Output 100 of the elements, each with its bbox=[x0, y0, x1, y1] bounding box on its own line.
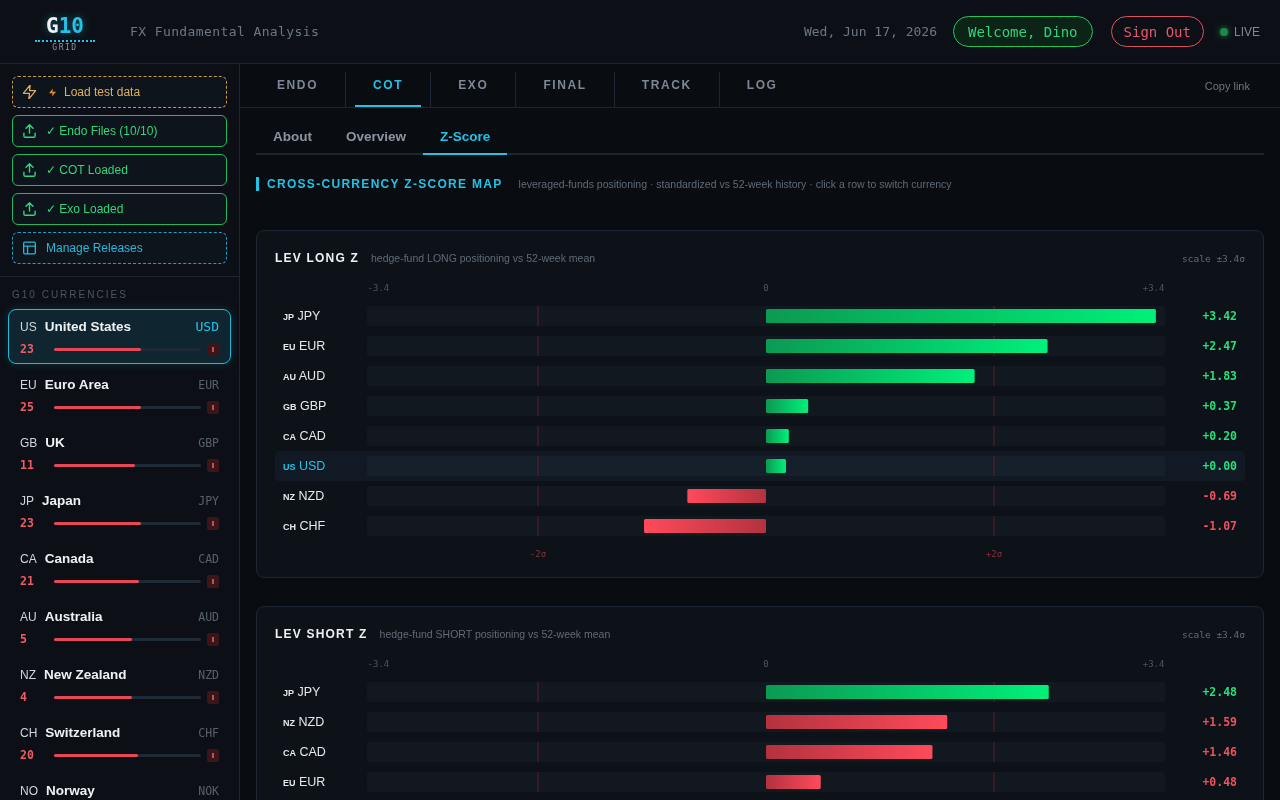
chart-row[interactable]: AU AUD +1.83 bbox=[275, 361, 1245, 391]
country-name: New Zealand bbox=[44, 667, 127, 682]
value-label: +2.48 bbox=[1202, 685, 1237, 699]
z-score-bar bbox=[766, 399, 809, 413]
main-tab[interactable]: LOG bbox=[728, 64, 796, 107]
main-tab[interactable]: ENDO bbox=[259, 64, 337, 107]
sigma-line bbox=[537, 741, 539, 763]
chart-row[interactable]: CA CAD +1.46 bbox=[275, 737, 1245, 767]
sigma-line bbox=[537, 515, 539, 537]
sub-tab[interactable]: Overview bbox=[329, 121, 424, 155]
currency-item[interactable]: EU Euro Area EUR 25 bbox=[8, 367, 231, 422]
currency-code: AUD bbox=[198, 610, 219, 624]
axis-tick-label: -3.4 bbox=[367, 659, 390, 669]
row-label: JP JPY bbox=[283, 685, 321, 699]
section-title: CROSS-CURRENCY Z-SCORE MAP bbox=[267, 177, 503, 191]
axis-tick-label: 0 bbox=[763, 659, 769, 669]
chart-row[interactable]: CH CHF -1.07 bbox=[275, 511, 1245, 541]
row-label: CA CAD bbox=[283, 429, 326, 443]
copy-link[interactable]: Copy link bbox=[1204, 79, 1250, 92]
sub-tab[interactable]: Z-Score bbox=[423, 121, 508, 155]
score-value: 20 bbox=[20, 748, 35, 762]
chart-row[interactable]: JP JPY +3.42 bbox=[275, 301, 1245, 331]
z-score-bar bbox=[766, 429, 789, 443]
country-code: AU bbox=[20, 610, 37, 624]
upload-icon bbox=[23, 202, 36, 216]
sigma-line bbox=[537, 305, 539, 327]
country-code: NZ bbox=[20, 668, 36, 682]
sigma-line bbox=[537, 771, 539, 793]
score-value: 23 bbox=[20, 342, 35, 356]
main-tab[interactable]: TRACK bbox=[623, 64, 710, 107]
currency-code: NZD bbox=[198, 668, 219, 682]
chart-subtitle: hedge-fund SHORT positioning vs 52-week mean bbox=[379, 628, 611, 640]
row-label: NZ NZD bbox=[283, 489, 325, 503]
sigma-line bbox=[993, 741, 995, 763]
sigma-line bbox=[993, 365, 995, 387]
chart-row[interactable]: CA CAD +0.20 bbox=[275, 421, 1245, 451]
country-name: Switzerland bbox=[45, 725, 121, 740]
row-label: AU AUD bbox=[283, 369, 326, 383]
sigma-line bbox=[537, 395, 539, 417]
row-label: CH CHF bbox=[283, 519, 326, 533]
currency-code: GBP bbox=[198, 436, 219, 450]
scale-label: scale ±3.4σ bbox=[1182, 253, 1245, 264]
chart-row[interactable]: GB GBP +0.37 bbox=[275, 391, 1245, 421]
value-label: +0.37 bbox=[1202, 399, 1237, 413]
main-tab[interactable]: COT bbox=[355, 64, 422, 107]
main-tab[interactable]: FINAL bbox=[525, 64, 605, 107]
upload-button[interactable]: ✓ COT Loaded bbox=[12, 154, 227, 186]
welcome-badge: Welcome, Dino bbox=[952, 16, 1093, 47]
upload-button[interactable]: ✓ Endo Files (10/10) bbox=[12, 115, 227, 147]
value-label: +0.00 bbox=[1202, 459, 1237, 473]
currency-item[interactable]: AU Australia AUD 5 bbox=[8, 599, 231, 654]
sub-tab[interactable]: About bbox=[256, 121, 329, 155]
z-score-bar bbox=[766, 459, 786, 473]
scale-label: scale ±3.4σ bbox=[1182, 629, 1245, 640]
chart-row[interactable]: NZ NZD +1.59 bbox=[275, 707, 1245, 737]
currency-item[interactable]: CA Canada CAD 21 bbox=[8, 541, 231, 596]
logo-mark: G10 bbox=[46, 15, 84, 37]
value-label: +1.59 bbox=[1202, 715, 1237, 729]
country-code: NO bbox=[20, 784, 38, 798]
currency-code: USD bbox=[195, 319, 219, 334]
load-data-button[interactable]: Load test data bbox=[12, 76, 227, 108]
sigma-line bbox=[537, 425, 539, 447]
country-code: US bbox=[20, 320, 37, 334]
chart-row[interactable]: EU EUR +0.48 bbox=[275, 767, 1245, 797]
status-tile-icon bbox=[207, 458, 219, 472]
currency-item[interactable]: CH Switzerland CHF 20 bbox=[8, 715, 231, 770]
value-label: +2.47 bbox=[1202, 339, 1237, 353]
sigma-line bbox=[537, 681, 539, 703]
chart-row[interactable]: EU EUR +2.47 bbox=[275, 331, 1245, 361]
row-label: EU EUR bbox=[283, 339, 326, 353]
currency-item[interactable]: JP Japan JPY 23 bbox=[8, 483, 231, 538]
row-label: US USD bbox=[283, 459, 326, 473]
score-value: 5 bbox=[20, 632, 28, 646]
country-code: JP bbox=[20, 494, 34, 508]
main-tab[interactable]: EXO bbox=[440, 64, 507, 107]
sigma-line bbox=[993, 711, 995, 733]
chart-title: LEV LONG Z bbox=[275, 251, 359, 265]
currency-item[interactable]: GB UK GBP 11 bbox=[8, 425, 231, 480]
upload-button[interactable]: ✓ Exo Loaded bbox=[12, 193, 227, 225]
row-label: NZ NZD bbox=[283, 715, 325, 729]
lightning-icon bbox=[49, 87, 56, 97]
table-icon bbox=[23, 241, 36, 255]
chart-row[interactable]: JP JPY +2.48 bbox=[275, 677, 1245, 707]
currency-item[interactable]: US United States USD 23 bbox=[8, 309, 231, 364]
currency-item[interactable]: NZ New Zealand NZD 4 bbox=[8, 657, 231, 712]
currency-item[interactable]: NO Norway NOK bbox=[8, 773, 231, 800]
row-label: CA CAD bbox=[283, 745, 326, 759]
sigma-line bbox=[993, 515, 995, 537]
country-name: Australia bbox=[44, 609, 103, 624]
value-label: +1.46 bbox=[1202, 745, 1237, 759]
currency-code: NOK bbox=[198, 784, 219, 798]
releases-button[interactable]: Manage Releases bbox=[12, 232, 227, 264]
currency-code: CHF bbox=[198, 726, 219, 740]
sigma-label: -2σ bbox=[529, 549, 547, 559]
chart-row[interactable]: US USD +0.00 bbox=[275, 451, 1245, 481]
chart-row[interactable]: NZ NZD -0.69 bbox=[275, 481, 1245, 511]
score-value: 23 bbox=[20, 516, 35, 530]
value-label: +0.48 bbox=[1202, 775, 1237, 789]
sigma-line bbox=[993, 395, 995, 417]
status-tile-icon bbox=[207, 690, 219, 704]
